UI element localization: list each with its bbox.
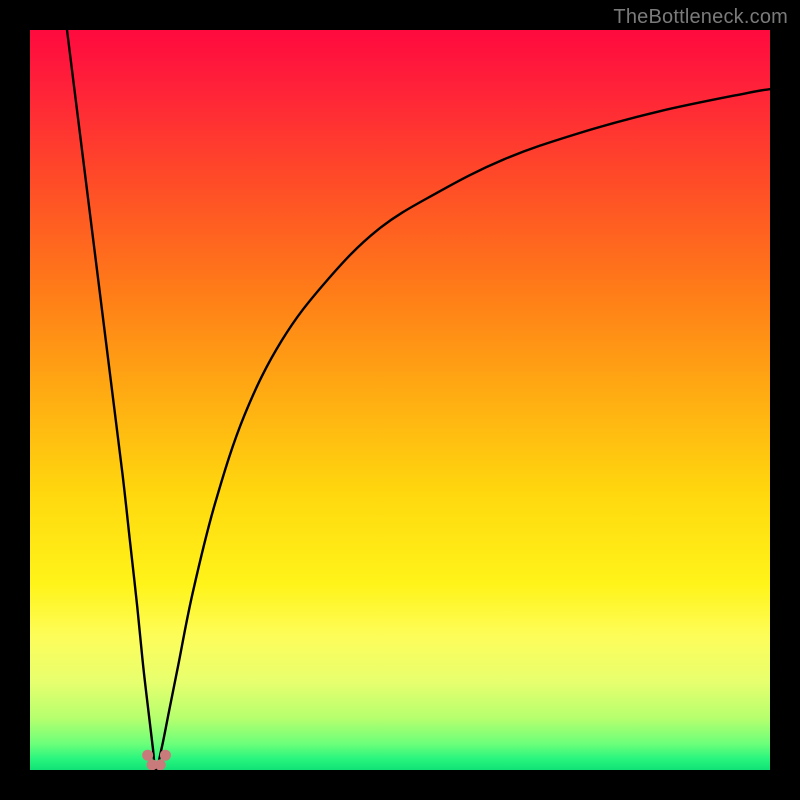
optimum-marker (155, 759, 166, 770)
outer-frame: TheBottleneck.com (0, 0, 800, 800)
optimum-marker (160, 750, 171, 761)
bottleneck-curve (30, 30, 770, 770)
watermark-text: TheBottleneck.com (613, 6, 788, 29)
plot-area (30, 30, 770, 770)
optimum-marker (142, 750, 153, 761)
